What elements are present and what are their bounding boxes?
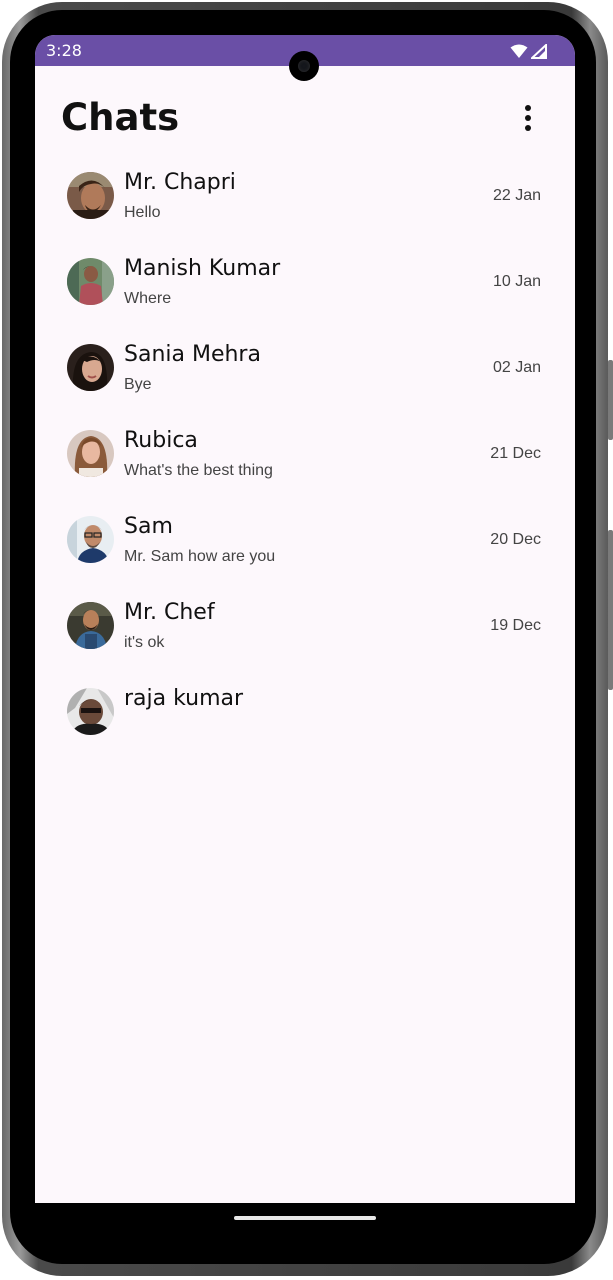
chat-date: 21 Dec [490, 445, 541, 462]
chat-name: Rubica [124, 428, 198, 453]
app-screen: 3:28 Chats Mr. Chapri Hello 22 Jan Manis… [35, 35, 575, 1203]
chat-name: Manish Kumar [124, 256, 281, 281]
gesture-nav-handle[interactable] [234, 1216, 376, 1220]
volume-button [608, 360, 613, 440]
chat-item[interactable]: raja kumar [35, 671, 575, 757]
front-camera [289, 51, 319, 81]
chat-date: 20 Dec [490, 531, 541, 548]
power-button [608, 530, 613, 690]
chat-date: 19 Dec [490, 617, 541, 634]
chat-name: Sam [124, 514, 173, 539]
avatar[interactable] [67, 688, 114, 735]
avatar[interactable] [67, 602, 114, 649]
avatar[interactable] [67, 172, 114, 219]
chat-name: Mr. Chapri [124, 170, 236, 195]
chat-last-message: What's the best thing [124, 462, 273, 479]
more-options-button[interactable] [511, 96, 545, 140]
wifi-icon [510, 44, 528, 58]
chat-last-message: Where [124, 290, 172, 307]
chat-last-message: Mr. Sam how are you [124, 548, 276, 565]
signal-icon [531, 43, 547, 59]
chat-name: raja kumar [124, 686, 244, 711]
chat-date: 22 Jan [492, 187, 541, 204]
chat-last-message: it's ok [124, 634, 165, 651]
chat-date: 02 Jan [492, 359, 541, 376]
chat-name: Sania Mehra [124, 342, 261, 367]
avatar[interactable] [67, 516, 114, 563]
status-icons [510, 42, 547, 60]
chat-item[interactable]: Sam Mr. Sam how are you 20 Dec [35, 499, 575, 585]
chat-item[interactable]: Mr. Chapri Hello 22 Jan [35, 155, 575, 241]
page-title: Chats [61, 96, 180, 139]
avatar[interactable] [67, 430, 114, 477]
chat-last-message: Bye [124, 376, 152, 393]
phone-device: 3:28 Chats Mr. Chapri Hello 22 Jan Manis… [0, 0, 613, 1280]
status-time: 3:28 [46, 41, 82, 60]
chat-list: Mr. Chapri Hello 22 Jan Manish Kumar Whe… [35, 155, 575, 757]
chat-item[interactable]: Rubica What's the best thing 21 Dec [35, 413, 575, 499]
chat-last-message: Hello [124, 204, 161, 221]
chat-item[interactable]: Mr. Chef it's ok 19 Dec [35, 585, 575, 671]
chat-item[interactable]: Manish Kumar Where 10 Jan [35, 241, 575, 327]
avatar[interactable] [67, 258, 114, 305]
chat-date: 10 Jan [492, 273, 541, 290]
avatar[interactable] [67, 344, 114, 391]
chat-name: Mr. Chef [124, 600, 215, 625]
chat-item[interactable]: Sania Mehra Bye 02 Jan [35, 327, 575, 413]
